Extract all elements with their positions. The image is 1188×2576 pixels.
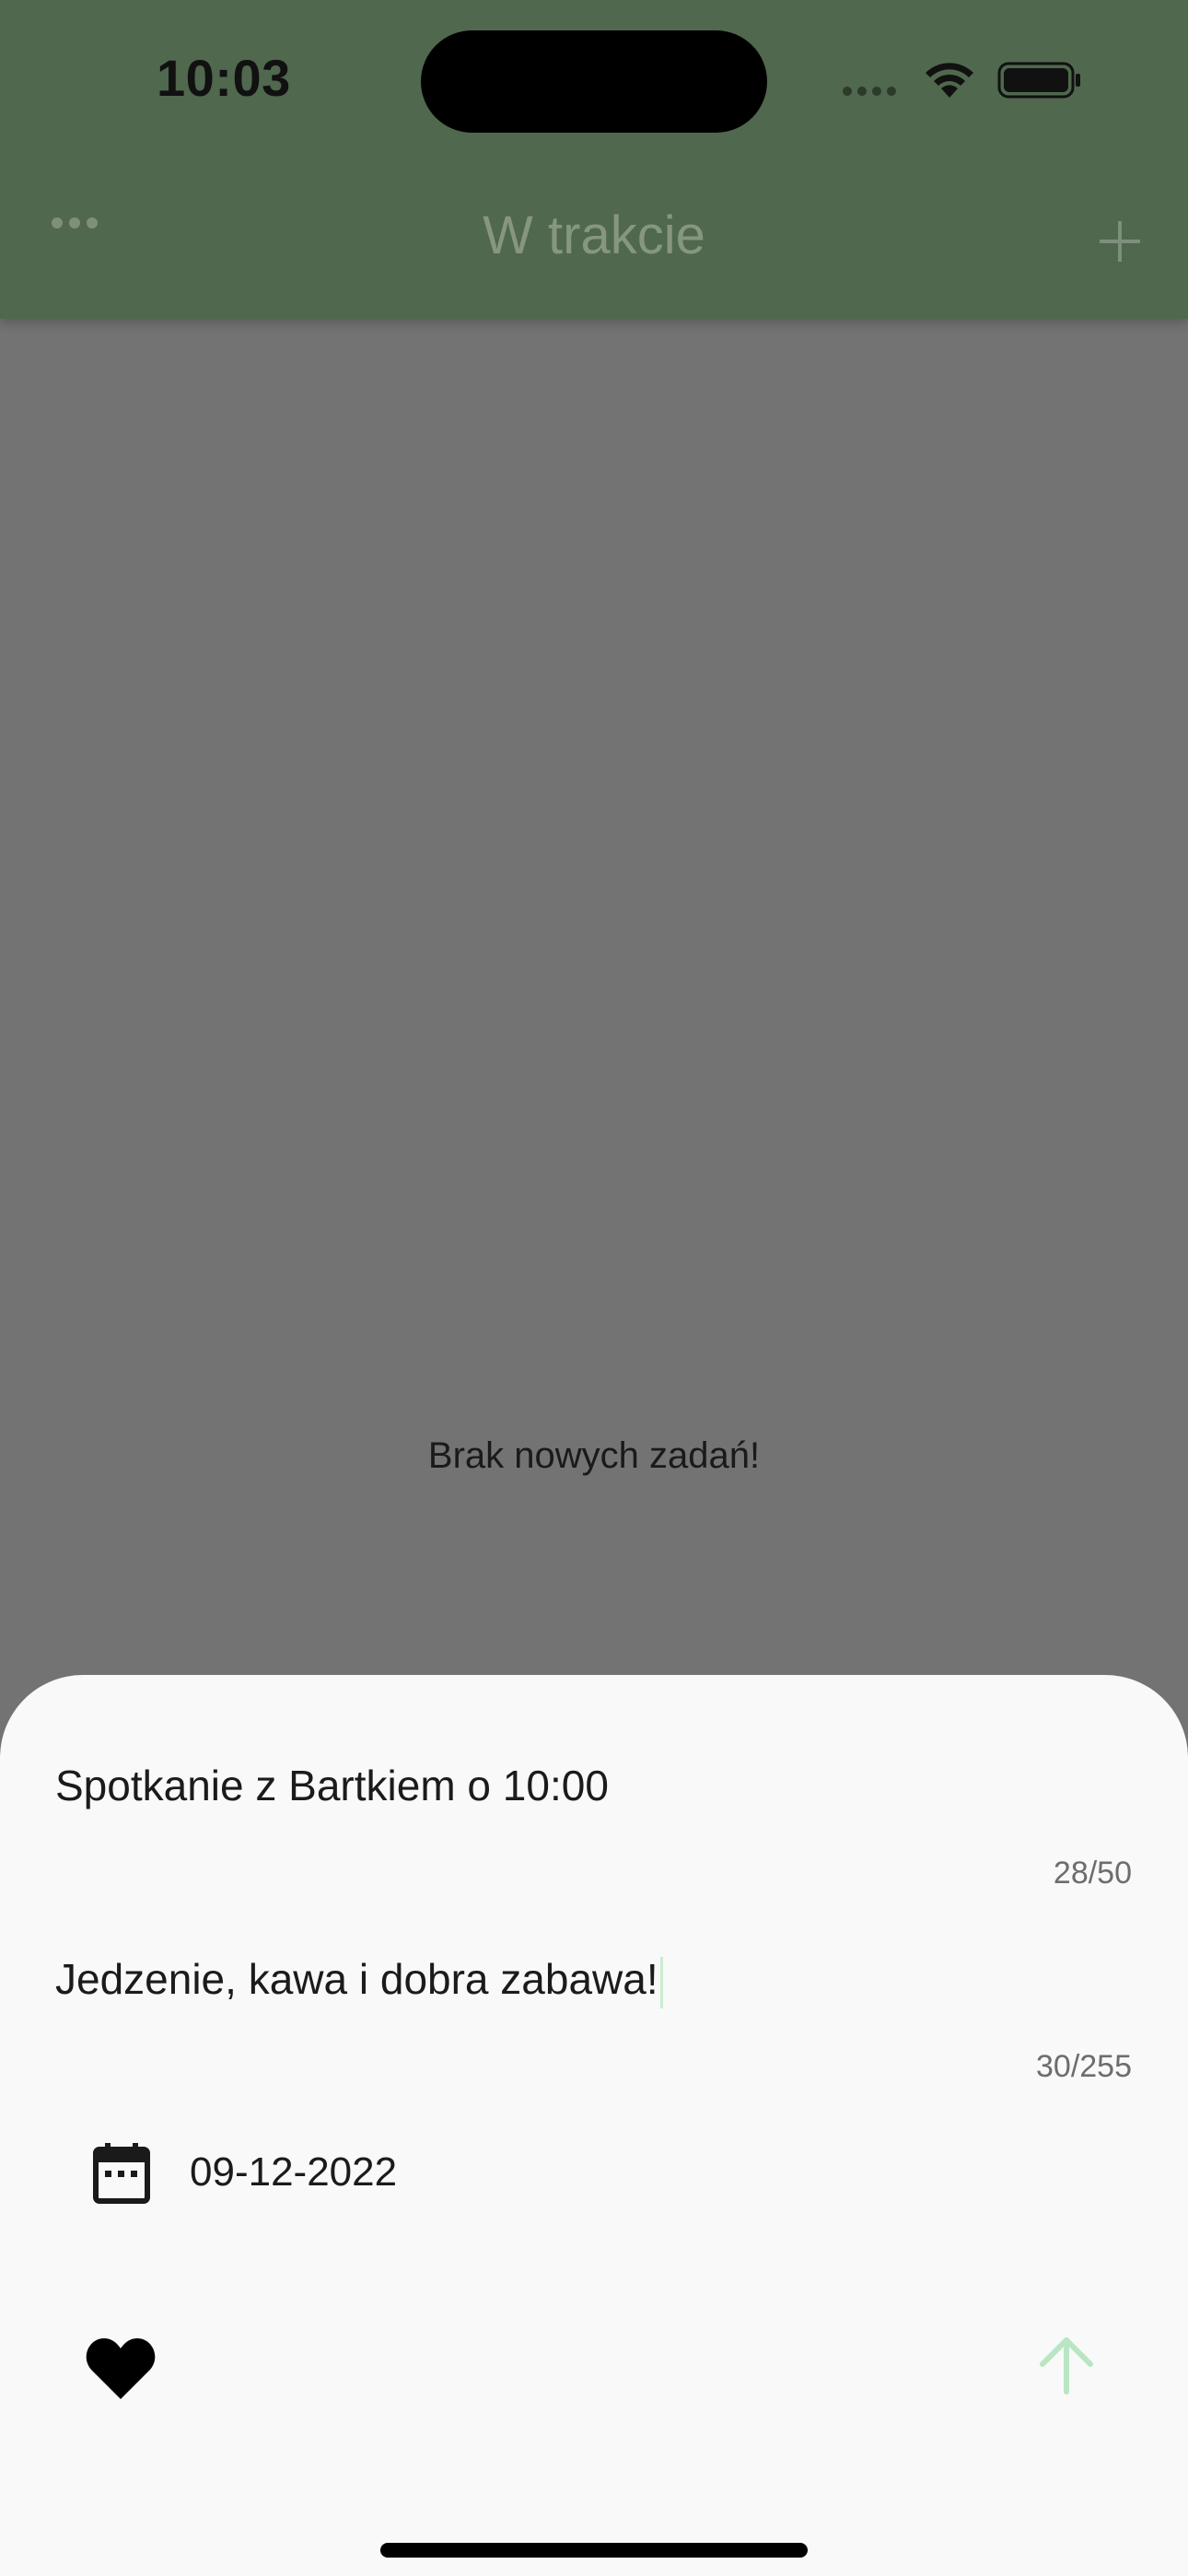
dynamic-island	[421, 30, 767, 133]
new-task-sheet: Spotkanie z Bartkiem o 10:00 28/50 Jedze…	[0, 1675, 1188, 2576]
task-title-value: Spotkanie z Bartkiem o 10:00	[55, 1762, 609, 1809]
calendar-icon	[93, 2143, 150, 2204]
text-cursor	[659, 1956, 663, 2008]
home-indicator[interactable]	[380, 2543, 808, 2558]
wifi-icon	[926, 63, 973, 98]
task-description-input[interactable]: Jedzenie, kawa i dobra zabawa!	[55, 1933, 1133, 2025]
task-description-value: Jedzenie, kawa i dobra zabawa!	[55, 1955, 658, 2003]
date-picker[interactable]: 09-12-2022	[92, 2126, 397, 2219]
status-time: 10:03	[157, 49, 291, 107]
submit-task-button[interactable]	[1035, 2333, 1098, 2395]
date-value: 09-12-2022	[190, 2149, 398, 2195]
favorite-button[interactable]	[86, 2336, 156, 2401]
plus-icon	[1100, 221, 1140, 262]
task-title-input[interactable]: Spotkanie z Bartkiem o 10:00	[55, 1739, 1133, 1832]
title-char-counter: 28/50	[1053, 1856, 1132, 1891]
empty-state-message: Brak nowych zadań!	[427, 1435, 761, 1476]
battery-icon	[997, 62, 1080, 99]
cellular-signal-icon	[843, 87, 896, 96]
page-title: W trakcie	[483, 205, 705, 265]
heart-icon	[86, 2338, 156, 2399]
add-task-button[interactable]	[1098, 219, 1142, 263]
arrow-up-icon	[1040, 2337, 1093, 2395]
description-char-counter: 30/255	[1036, 2049, 1132, 2084]
navigation-bar: 10:03 W trakcie	[0, 0, 1188, 319]
